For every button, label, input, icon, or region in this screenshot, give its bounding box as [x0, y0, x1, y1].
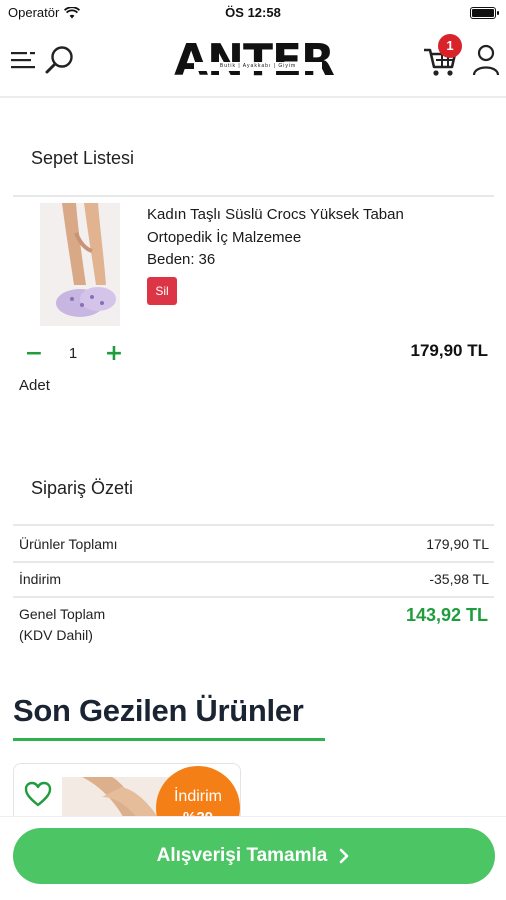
checkout-button[interactable]: Alışverişi Tamamla	[13, 828, 495, 884]
quantity-unit-label: Adet	[19, 377, 50, 394]
user-icon[interactable]	[472, 44, 500, 76]
total-label-line2: (KDV Dahil)	[19, 627, 93, 643]
summary-section-title: Sipariş Özeti	[31, 478, 134, 498]
discount-badge-label: İndirim	[173, 788, 222, 805]
product-size: Beden: 36	[147, 251, 215, 268]
summary-discount-row: İndirim -35,98 TL	[19, 571, 489, 587]
status-time: ÖS 12:58	[225, 5, 281, 20]
divider	[13, 524, 494, 526]
total-label-line1: Genel Toplam	[19, 606, 106, 622]
discount-value: -35,98 TL	[429, 571, 489, 587]
subtotal-label: Ürünler Toplamı	[19, 536, 118, 552]
title-underline	[13, 738, 325, 741]
divider	[13, 596, 494, 598]
size-label: Beden:	[147, 251, 195, 268]
product-image[interactable]	[40, 203, 120, 326]
quantity-decrease-button[interactable]: −	[21, 341, 47, 367]
divider	[13, 561, 494, 563]
summary-subtotal-row: Ürünler Toplamı 179,90 TL	[19, 536, 489, 552]
checkout-label: Alışverişi Tamamla	[156, 845, 328, 866]
recently-viewed-title: Son Gezilen Ürünler	[13, 693, 304, 728]
product-name[interactable]: Kadın Taşlı Süslü Crocs Yüksek Taban Ort…	[147, 203, 467, 249]
app-header: ANTER Butik | Ayakkabı | Giyim 1	[0, 26, 506, 98]
size-value: 36	[198, 251, 216, 268]
delete-item-button[interactable]: Sil	[147, 277, 177, 305]
chevron-right-icon	[340, 848, 349, 864]
menu-icon[interactable]	[11, 50, 35, 72]
quantity-increase-button[interactable]: +	[101, 341, 127, 367]
product-photo-illustration	[40, 203, 120, 326]
logo-wordmark: ANTER	[174, 35, 335, 86]
status-bar: Operatör ÖS 12:58	[0, 0, 506, 26]
search-icon[interactable]	[42, 44, 76, 78]
total-value: 143,92 TL	[405, 605, 488, 625]
total-label: Genel Toplam (KDV Dahil)	[19, 604, 105, 646]
item-price: 179,90 TL	[410, 341, 489, 360]
cart-section-title: Sepet Listesi	[31, 148, 135, 168]
cart-count-badge: 1	[438, 34, 462, 58]
logo-tagline: Butik | Ayakkabı | Giyim	[194, 62, 322, 71]
battery-icon	[470, 7, 499, 19]
brand-logo[interactable]: ANTER Butik | Ayakkabı | Giyim	[166, 38, 342, 88]
divider	[13, 195, 494, 197]
subtotal-value: 179,90 TL	[426, 536, 489, 552]
discount-label: İndirim	[19, 571, 62, 587]
quantity-value: 1	[68, 345, 78, 362]
heart-icon[interactable]	[24, 781, 52, 807]
